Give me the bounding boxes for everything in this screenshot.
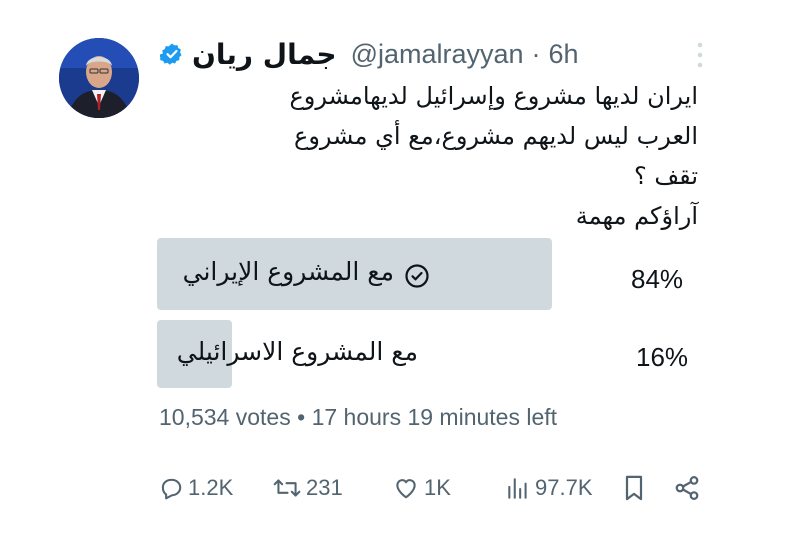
- poll-option-percent: 84%: [631, 264, 684, 294]
- selected-check-icon: [405, 264, 429, 288]
- vote-count: 10,534 votes: [159, 404, 291, 430]
- tweet-text-line: آراؤكم مهمة: [575, 202, 698, 230]
- retweet-icon: [273, 479, 301, 497]
- like-count: 1K: [424, 475, 451, 500]
- user-handle[interactable]: @jamalrayyan: [351, 39, 524, 70]
- header-separator: ·: [531, 38, 541, 69]
- like-button[interactable]: 1K: [392, 468, 451, 508]
- views-button[interactable]: 97.7K: [505, 468, 593, 508]
- tweet-text-line: ايران لديها مشروع وإسرائيل لديهامشروع: [289, 82, 698, 110]
- verified-badge-icon: [160, 43, 182, 65]
- time-left: 17 hours 19 minutes left: [311, 404, 558, 430]
- tweet: جمال ريان @jamalrayyan · 6h ايران لديها …: [0, 0, 800, 551]
- poll-option-label: مع المشروع الإيراني: [182, 257, 394, 286]
- display-name[interactable]: جمال ريان: [192, 38, 337, 71]
- bookmark-icon: [625, 475, 643, 501]
- heart-icon: [396, 479, 416, 499]
- views-count: 97.7K: [535, 475, 593, 500]
- poll-option-percent: 16%: [636, 342, 689, 372]
- tweet-text-line: تقف ؟: [633, 162, 698, 190]
- more-options-icon[interactable]: [692, 40, 708, 70]
- bookmark-button[interactable]: [622, 468, 650, 508]
- poll-summary-separator: •: [297, 404, 306, 430]
- poll-summary: 10,534 votes • 17 hours 19 minutes left: [159, 404, 557, 431]
- reply-icon: [161, 478, 182, 500]
- avatar-photo: [59, 38, 139, 118]
- action-bar: 1.2K 231 1K 97.7K: [0, 468, 800, 508]
- tweet-text: ايران لديها مشروع وإسرائيل لديهامشروع ال…: [178, 76, 698, 236]
- retweet-count: 231: [306, 475, 343, 500]
- tweet-text-line: العرب ليس لديهم مشروع،مع أي مشروع: [294, 122, 698, 150]
- share-icon: [675, 476, 699, 500]
- avatar[interactable]: [59, 38, 139, 118]
- tweet-header: جمال ريان @jamalrayyan · 6h: [160, 34, 579, 74]
- reply-count: 1.2K: [188, 475, 234, 500]
- post-time[interactable]: 6h: [549, 39, 579, 70]
- share-button[interactable]: [673, 468, 705, 508]
- reply-button[interactable]: 1.2K: [158, 468, 233, 508]
- poll-option-label: مع المشروع الاسرائيلي: [176, 337, 418, 366]
- retweet-button[interactable]: 231: [272, 468, 343, 508]
- analytics-icon: [508, 478, 527, 499]
